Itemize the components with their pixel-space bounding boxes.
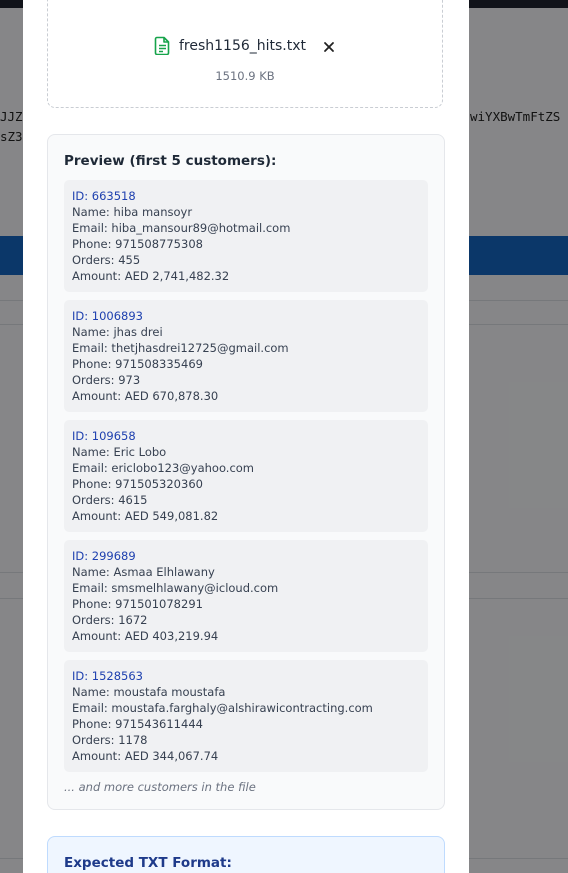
- customer-id: ID: 109658: [72, 429, 136, 443]
- close-icon[interactable]: [322, 39, 336, 53]
- import-modal: fresh1156_hits.txt 1510.9 KB Preview (fi…: [23, 0, 469, 873]
- customer-id: ID: 1006893: [72, 309, 143, 323]
- customer-card: ID: 1528563 Name: moustafa moustafa Emai…: [64, 660, 428, 772]
- customer-orders: Orders: 973: [72, 373, 141, 387]
- customer-orders: Orders: 1178: [72, 733, 148, 747]
- customer-email: Email: moustafa.farghaly@alshirawicontra…: [72, 701, 373, 715]
- customer-amount: Amount: AED 549,081.82: [72, 509, 219, 523]
- customer-name: Name: Asmaa Elhlawany: [72, 565, 215, 579]
- customer-card: ID: 109658 Name: Eric Lobo Email: ericlo…: [64, 420, 428, 532]
- customer-card: ID: 1006893 Name: jhas drei Email: thetj…: [64, 300, 428, 412]
- customer-card: ID: 299689 Name: Asmaa Elhlawany Email: …: [64, 540, 428, 652]
- customer-id: ID: 663518: [72, 189, 136, 203]
- customer-id: ID: 1528563: [72, 669, 143, 683]
- customer-name: Name: moustafa moustafa: [72, 685, 226, 699]
- customer-email: Email: hiba_mansour89@hotmail.com: [72, 221, 291, 235]
- customer-phone: Phone: 971543611444: [72, 717, 203, 731]
- format-title: Expected TXT Format:: [64, 855, 232, 871]
- customer-card: ID: 663518 Name: hiba mansoyr Email: hib…: [64, 180, 428, 292]
- customer-orders: Orders: 4615: [72, 493, 148, 507]
- preview-card: Preview (first 5 customers): ID: 663518 …: [47, 134, 445, 810]
- file-row: fresh1156_hits.txt: [48, 36, 442, 56]
- customer-phone: Phone: 971508775308: [72, 237, 203, 251]
- file-size: 1510.9 KB: [215, 69, 275, 83]
- customer-phone: Phone: 971501078291: [72, 597, 203, 611]
- expected-format-card: Expected TXT Format:: [47, 836, 445, 873]
- customer-name: Name: hiba mansoyr: [72, 205, 193, 219]
- customer-amount: Amount: AED 670,878.30: [72, 389, 219, 403]
- customer-phone: Phone: 971508335469: [72, 357, 203, 371]
- customer-email: Email: smsmelhlawany@icloud.com: [72, 581, 279, 595]
- preview-title: Preview (first 5 customers):: [64, 153, 277, 169]
- customer-email: Email: thetjhasdrei12725@gmail.com: [72, 341, 289, 355]
- customer-email: Email: ericlobo123@yahoo.com: [72, 461, 255, 475]
- customer-amount: Amount: AED 2,741,482.32: [72, 269, 230, 283]
- customer-amount: Amount: AED 344,067.74: [72, 749, 219, 763]
- customer-name: Name: jhas drei: [72, 325, 163, 339]
- customer-phone: Phone: 971505320360: [72, 477, 203, 491]
- customer-orders: Orders: 1672: [72, 613, 148, 627]
- customer-amount: Amount: AED 403,219.94: [72, 629, 219, 643]
- file-text-icon: [154, 36, 171, 56]
- customer-name: Name: Eric Lobo: [72, 445, 167, 459]
- customer-orders: Orders: 455: [72, 253, 141, 267]
- uploaded-file-card: fresh1156_hits.txt 1510.9 KB: [47, 0, 443, 108]
- customer-id: ID: 299689: [72, 549, 136, 563]
- file-name: fresh1156_hits.txt: [178, 37, 307, 54]
- more-customers-note: ... and more customers in the file: [64, 780, 256, 794]
